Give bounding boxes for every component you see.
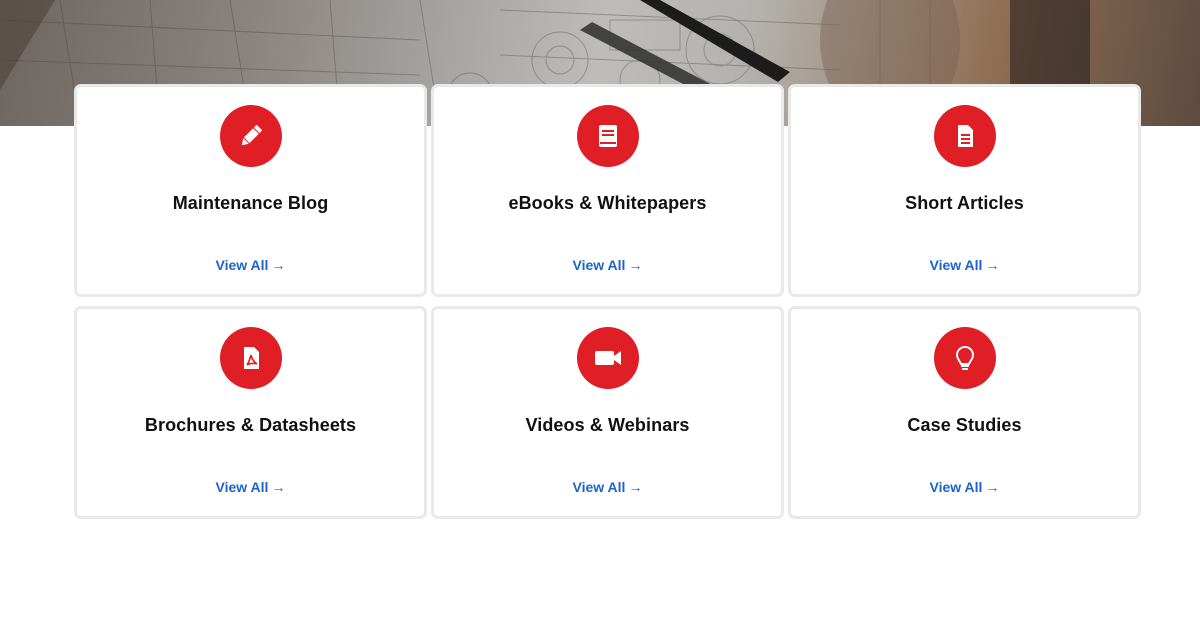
card-title: Maintenance Blog [172,193,329,213]
card-title: Brochures & Datasheets [144,415,357,435]
resource-card-ebooks-whitepapers: eBooks & Whitepapers View All → [431,84,784,297]
lightbulb-icon [933,327,996,389]
card-title: Short Articles [905,193,1024,213]
view-all-link[interactable]: View All → [791,257,1138,273]
pencil-icon [219,105,282,167]
card-title: Case Studies [907,415,1022,435]
view-all-link[interactable]: View All → [77,479,424,495]
resource-grid: Maintenance Blog View All → eBooks & Whit… [74,84,1142,519]
resource-card-short-articles: Short Articles View All → [788,84,1141,297]
resource-card-brochures-datasheets: Brochures & Datasheets View All → [74,306,427,519]
book-icon [576,105,639,167]
arrow-right-icon: → [271,479,286,495]
card-title: eBooks & Whitepapers [508,193,707,213]
arrow-right-icon: → [985,479,1000,495]
view-all-link[interactable]: View All → [77,257,424,273]
document-icon [933,105,996,167]
video-camera-icon [576,327,639,389]
arrow-right-icon: → [628,479,643,495]
resource-card-videos-webinars: Videos & Webinars View All → [431,306,784,519]
card-title: Videos & Webinars [525,415,690,435]
resource-card-maintenance-blog: Maintenance Blog View All → [74,84,427,297]
view-all-link[interactable]: View All → [791,479,1138,495]
view-all-link[interactable]: View All → [434,257,781,273]
arrow-right-icon: → [271,257,286,273]
resource-card-case-studies: Case Studies View All → [788,306,1141,519]
view-all-link[interactable]: View All → [434,479,781,495]
pdf-file-icon [219,327,282,389]
arrow-right-icon: → [985,257,1000,273]
arrow-right-icon: → [628,257,643,273]
